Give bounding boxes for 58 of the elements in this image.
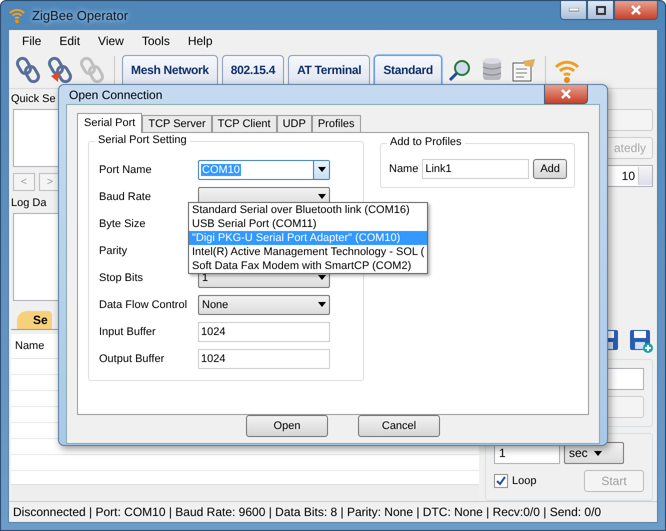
close-icon bbox=[561, 89, 571, 99]
add-button[interactable]: Add bbox=[533, 158, 567, 178]
save-plus-icon[interactable] bbox=[629, 329, 653, 353]
panel-tab[interactable]: Se bbox=[17, 311, 52, 329]
dialog-button[interactable]: Open bbox=[246, 415, 328, 437]
dropdown-option[interactable]: USB Serial Port (COM11) bbox=[189, 217, 428, 231]
menu-item[interactable]: Tools bbox=[132, 34, 179, 48]
field-label: Baud Rate bbox=[99, 190, 152, 202]
input-field[interactable]: Link1 bbox=[422, 158, 530, 178]
link-icon[interactable] bbox=[48, 56, 74, 84]
close-button[interactable] bbox=[614, 1, 658, 20]
checkbox-label: Loop bbox=[512, 475, 536, 487]
status-bar: Disconnected | Port: COM10 | Baud Rate: 9600 | Data Bits: 8 | Parity: None | DTC: None | Recv:0/0 | Send: 0/0 bbox=[9, 501, 657, 522]
menu-item[interactable]: Help bbox=[178, 34, 222, 48]
loop-checkbox[interactable] bbox=[494, 474, 508, 488]
dialog-tab[interactable]: UDP bbox=[276, 115, 312, 132]
group-title: Add to Profiles bbox=[387, 136, 465, 148]
view-tab[interactable]: AT Terminal bbox=[288, 55, 370, 85]
wifi-icon bbox=[8, 6, 26, 24]
link-icon[interactable] bbox=[16, 56, 42, 84]
dialog-tab[interactable]: Profiles bbox=[312, 115, 361, 132]
minimize-icon bbox=[568, 8, 578, 12]
window-title: ZigBee Operator bbox=[32, 8, 128, 22]
menu-item[interactable]: File bbox=[13, 34, 50, 48]
dialog-tab[interactable]: TCP Server bbox=[142, 115, 212, 132]
dialog-button[interactable]: Cancel bbox=[358, 415, 440, 437]
search-icon[interactable] bbox=[448, 58, 472, 82]
input-field[interactable]: 1024 bbox=[198, 322, 330, 342]
view-tab[interactable]: Standard bbox=[374, 55, 442, 85]
dialog-title: Open Connection bbox=[69, 88, 162, 102]
view-tab[interactable]: 802.15.4 bbox=[222, 55, 284, 85]
dropdown-option[interactable]: Standard Serial over Bluetooth link (COM16) bbox=[189, 203, 428, 217]
field-label: Port Name bbox=[99, 164, 153, 176]
close-icon bbox=[631, 5, 641, 15]
field-label: Data Flow Control bbox=[99, 298, 188, 310]
dropdown-option[interactable]: Intel(R) Active Management Technology - SOL ( bbox=[189, 245, 428, 259]
database-icon[interactable] bbox=[482, 57, 502, 83]
menu-item[interactable]: View bbox=[89, 34, 133, 48]
menu-item[interactable]: Edit bbox=[50, 34, 90, 48]
section-label: Quick Se bbox=[11, 93, 56, 105]
dropdown-option[interactable]: Soft Data Fax Modem with SmartCP (COM2) bbox=[189, 259, 428, 273]
view-tab[interactable]: Mesh Network bbox=[122, 55, 218, 85]
maximize-button[interactable] bbox=[587, 1, 614, 20]
section-label: Log Da bbox=[11, 197, 46, 209]
group-title: Serial Port Setting bbox=[95, 134, 190, 146]
close-button[interactable] bbox=[544, 85, 588, 104]
dropdown-field[interactable]: None bbox=[198, 294, 330, 314]
minimize-button[interactable] bbox=[560, 1, 587, 20]
notepad-icon[interactable] bbox=[510, 57, 537, 83]
dialog-tab[interactable]: TCP Client bbox=[212, 115, 277, 132]
scrollbar[interactable] bbox=[11, 484, 479, 501]
input-field[interactable]: 1024 bbox=[198, 348, 330, 368]
field-label: Name bbox=[389, 162, 418, 174]
field-label: Stop Bits bbox=[99, 272, 144, 284]
maximize-icon bbox=[596, 6, 606, 14]
dialog-tab[interactable]: Serial Port bbox=[77, 113, 142, 133]
caret-icon bbox=[594, 450, 602, 456]
caret-icon bbox=[318, 194, 326, 199]
